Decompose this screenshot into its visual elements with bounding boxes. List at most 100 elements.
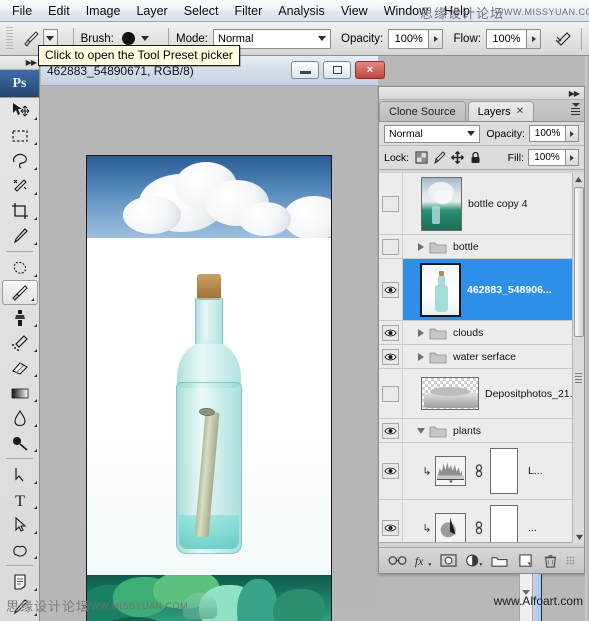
lock-all-button[interactable] [468, 150, 483, 165]
layer-content[interactable]: bottle [403, 236, 572, 258]
menu-item-analysis[interactable]: Analysis [270, 2, 333, 20]
rectangular-marquee-tool-button[interactable] [0, 123, 40, 148]
new-adjustment-layer-button[interactable] [464, 551, 484, 571]
toolbox-collapse-header[interactable]: ▶▶ [0, 56, 39, 70]
delete-layer-button[interactable] [541, 551, 561, 571]
visibility-toggle-on[interactable] [382, 422, 399, 439]
visibility-toggle-off[interactable] [382, 195, 399, 212]
pen-tool-button[interactable] [0, 462, 40, 487]
table-row[interactable]: bottle [379, 235, 572, 259]
window-close-button[interactable]: × [355, 61, 385, 79]
layer-thumbnail[interactable] [421, 176, 462, 231]
layer-style-button[interactable]: fx [413, 551, 433, 571]
panel-resize-grip[interactable] [566, 556, 576, 565]
panel-opacity-input[interactable]: 100% [528, 125, 566, 142]
eyedropper-tool-button[interactable] [0, 223, 40, 248]
gradient-tool-button[interactable] [0, 380, 40, 405]
lasso-tool-button[interactable] [0, 148, 40, 173]
table-row[interactable]: ↳ L... [379, 443, 572, 500]
table-row[interactable]: bottle copy 4 [379, 173, 572, 235]
history-brush-tool-button[interactable] [0, 330, 40, 355]
group-expand-toggle[interactable] [415, 242, 427, 251]
eyedropper-sampler-tool-button[interactable] [0, 594, 40, 619]
levels-adjustment-thumbnail[interactable] [435, 456, 466, 486]
scroll-up-button[interactable] [573, 173, 584, 185]
notes-tool-button[interactable] [0, 569, 40, 594]
panel-menu-button[interactable] [571, 103, 580, 117]
layer-visibility-cell[interactable] [379, 259, 403, 320]
healing-brush-tool-button[interactable] [0, 255, 40, 280]
layer-visibility-cell[interactable] [379, 321, 403, 344]
window-maximize-button[interactable] [323, 61, 351, 79]
layer-visibility-cell[interactable] [379, 235, 403, 258]
airbrush-toggle-button[interactable] [551, 29, 574, 49]
layer-thumbnail[interactable] [421, 377, 479, 410]
layer-list[interactable]: bottle copy 4 bottle 462883_548906... cl… [379, 173, 584, 543]
scrollbar-thumb[interactable] [574, 187, 584, 337]
layer-mask-thumbnail[interactable] [490, 505, 518, 542]
layer-blend-mode-select[interactable]: Normal [384, 124, 481, 143]
layer-content[interactable]: ↳ L... [403, 445, 572, 497]
lock-image-pixels-button[interactable] [432, 150, 447, 165]
visibility-toggle-on[interactable] [382, 281, 399, 298]
menu-item-file[interactable]: File [4, 2, 40, 20]
custom-shape-tool-button[interactable] [0, 537, 40, 562]
tab-clone-source[interactable]: Clone Source [379, 101, 466, 121]
type-tool-button[interactable]: T [0, 487, 40, 512]
menu-item-view[interactable]: View [333, 2, 376, 20]
flow-slider-button[interactable] [525, 28, 542, 49]
fill-input[interactable]: 100% [528, 149, 565, 166]
menu-item-window[interactable]: Window [376, 2, 436, 20]
eraser-tool-button[interactable] [0, 355, 40, 380]
lock-transparent-pixels-button[interactable] [414, 150, 429, 165]
blur-tool-button[interactable] [0, 405, 40, 430]
layer-content[interactable]: clouds [403, 322, 572, 344]
table-row[interactable]: Depositphotos_21... [379, 369, 578, 419]
image-canvas[interactable] [86, 155, 332, 621]
menu-item-layer[interactable]: Layer [128, 2, 175, 20]
link-mask-icon[interactable] [474, 521, 484, 535]
visibility-toggle-on[interactable] [382, 463, 399, 479]
canvas-area[interactable] [41, 87, 378, 621]
table-row[interactable]: ↳ ... [379, 500, 572, 542]
layer-content[interactable]: water serface [403, 346, 572, 368]
visibility-toggle-on[interactable] [382, 324, 399, 341]
group-expand-toggle[interactable] [415, 427, 427, 434]
crop-tool-button[interactable] [0, 198, 40, 223]
brush-tool-button[interactable] [2, 280, 38, 305]
group-expand-toggle[interactable] [415, 328, 427, 337]
dodge-tool-button[interactable] [0, 430, 40, 455]
options-bar-grip[interactable] [6, 26, 13, 51]
visibility-toggle-on[interactable] [382, 520, 399, 536]
layer-content[interactable]: plants [403, 420, 572, 442]
menu-item-help[interactable]: Help [436, 2, 478, 20]
magic-wand-tool-button[interactable] [0, 173, 40, 198]
group-expand-toggle[interactable] [415, 352, 427, 361]
layer-mask-thumbnail[interactable] [490, 448, 518, 494]
brush-picker-arrow[interactable] [138, 36, 153, 41]
layer-content[interactable]: bottle copy 4 [403, 173, 572, 236]
fill-slider-button[interactable] [565, 149, 579, 166]
menu-item-image[interactable]: Image [78, 2, 129, 20]
layer-content[interactable]: Depositphotos_21... [403, 372, 578, 415]
layer-visibility-cell[interactable] [379, 173, 403, 234]
close-icon[interactable]: ✕ [516, 106, 524, 117]
layer-content[interactable]: 462883_548906... [403, 258, 572, 322]
document-vertical-scrollbar[interactable] [519, 574, 533, 621]
tab-layers[interactable]: Layers ✕ [467, 101, 535, 121]
layers-scrollbar[interactable] [572, 173, 584, 543]
layer-visibility-cell[interactable] [379, 369, 403, 418]
layer-visibility-cell[interactable] [379, 443, 403, 499]
path-selection-tool-button[interactable] [0, 512, 40, 537]
window-minimize-button[interactable] [291, 61, 319, 79]
table-row[interactable]: plants [379, 419, 572, 443]
new-group-button[interactable] [490, 551, 510, 571]
panel-collapse-bar[interactable]: ▶▶ [379, 87, 584, 100]
visibility-toggle-off[interactable] [382, 385, 399, 402]
layer-thumbnail[interactable] [420, 262, 461, 317]
curves-adjustment-thumbnail[interactable] [435, 513, 466, 542]
link-mask-icon[interactable] [474, 464, 484, 478]
new-layer-button[interactable] [515, 551, 535, 571]
panel-opacity-slider-button[interactable] [565, 125, 579, 142]
move-tool-button[interactable] [0, 98, 40, 123]
